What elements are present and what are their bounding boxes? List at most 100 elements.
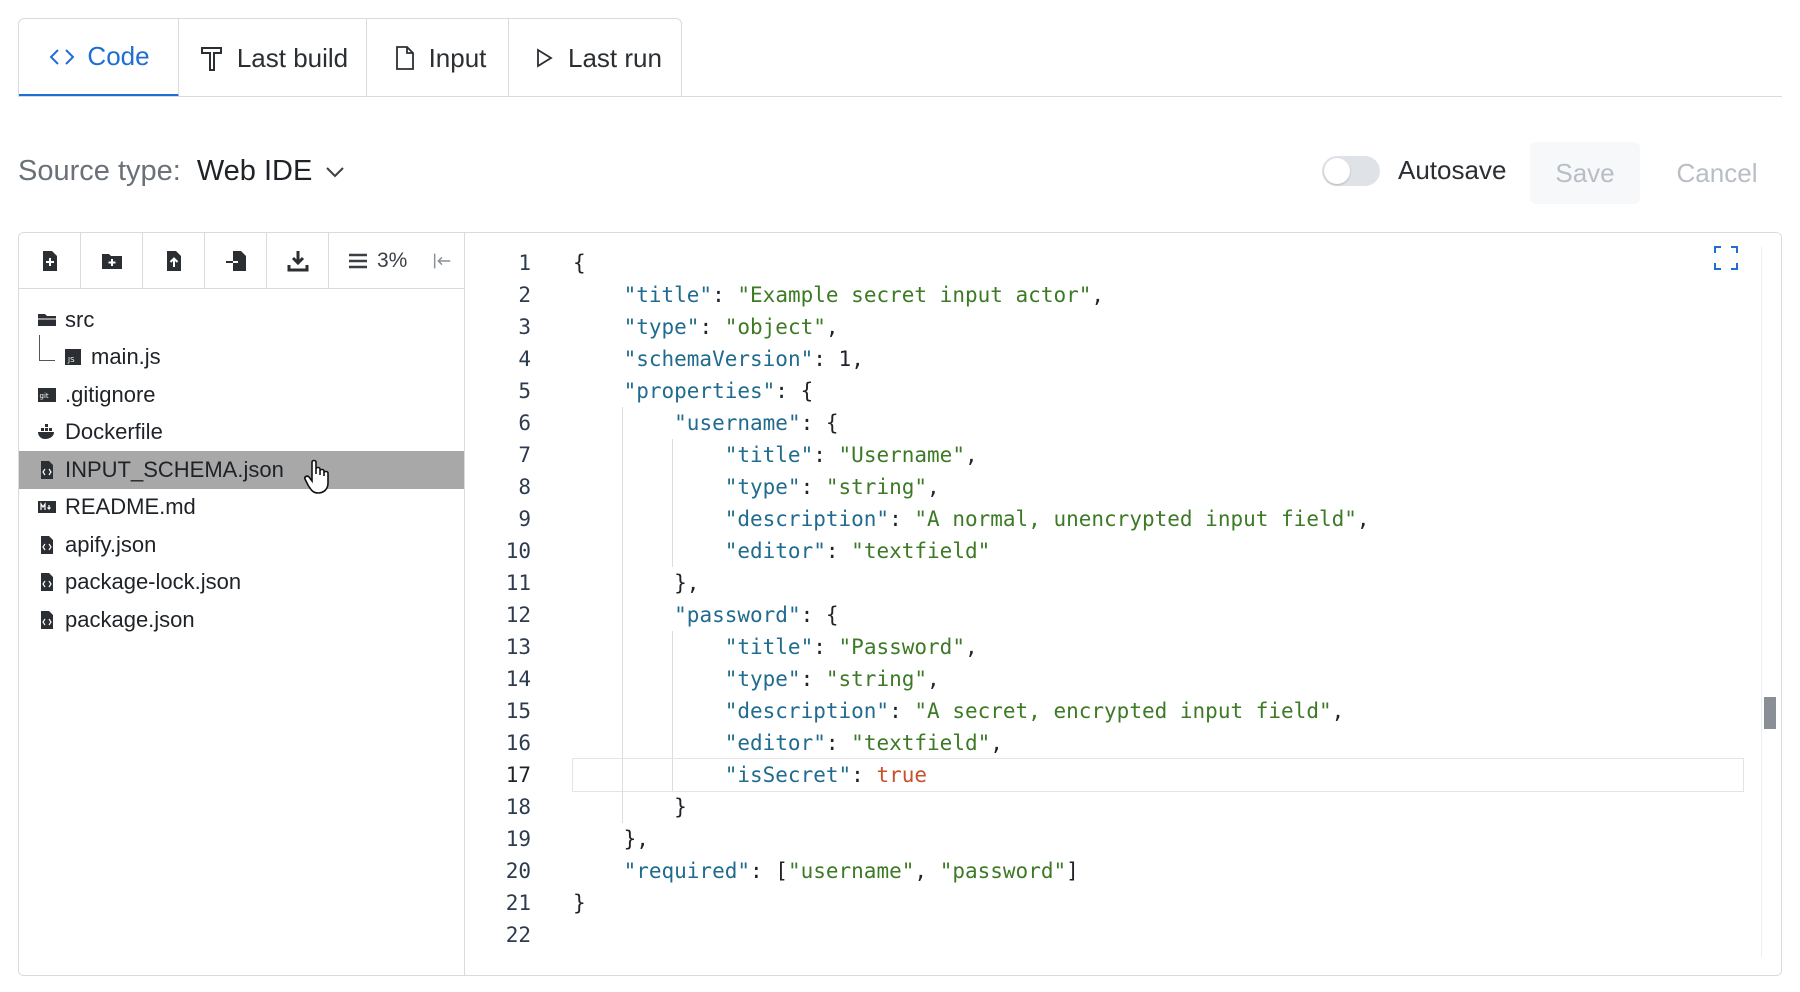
hammer-icon bbox=[200, 47, 222, 71]
new-folder-icon bbox=[101, 254, 122, 269]
fullscreen-icon[interactable] bbox=[1713, 245, 1739, 271]
tree-item-readme[interactable]: README.md bbox=[19, 489, 464, 527]
code-line[interactable]: "type": "object", bbox=[573, 311, 1743, 343]
tree-branch-line bbox=[39, 335, 55, 362]
indent-guide bbox=[621, 727, 623, 759]
line-number: 16 bbox=[505, 731, 531, 755]
indent-guide bbox=[621, 407, 623, 439]
tab-label: Code bbox=[87, 41, 150, 71]
tab-last-build[interactable]: Last build bbox=[179, 19, 367, 97]
file-tree: src JS main.js git .gitignore Dockerfile… bbox=[19, 289, 464, 639]
code-line[interactable]: "type": "string", bbox=[573, 663, 1743, 695]
code-line[interactable]: }, bbox=[573, 823, 1743, 855]
code-line[interactable]: "title": "Example secret input actor", bbox=[573, 279, 1743, 311]
code-editor[interactable]: 1 2 3 4 5 6 7 8 9 10 11 12 13 14 15 16 17 18 19 20 21 22 { "t… bbox=[465, 233, 1781, 975]
line-number-gutter: 1 2 3 4 5 6 7 8 9 10 11 12 13 14 15 16 17 18 19 20 21 22 bbox=[465, 247, 545, 951]
folder-icon bbox=[38, 313, 56, 326]
editor-scrollbar[interactable] bbox=[1761, 247, 1776, 957]
collapse-sidebar-icon[interactable] bbox=[431, 250, 453, 272]
line-number: 20 bbox=[505, 859, 531, 883]
new-folder-button[interactable] bbox=[81, 233, 143, 289]
line-number: 13 bbox=[505, 635, 531, 659]
indent-guide bbox=[621, 695, 623, 727]
code-line[interactable]: "required": ["username", "password"] bbox=[573, 855, 1743, 887]
line-number: 3 bbox=[518, 315, 531, 339]
indent-guide bbox=[672, 695, 674, 727]
cancel-button[interactable]: Cancel bbox=[1662, 142, 1772, 204]
code-line[interactable]: { bbox=[573, 247, 1743, 279]
code-line[interactable]: } bbox=[573, 791, 1743, 823]
import-button[interactable] bbox=[205, 233, 267, 289]
indent-guide bbox=[672, 631, 674, 663]
indent-guide bbox=[672, 727, 674, 759]
code-line[interactable]: } bbox=[573, 887, 1743, 919]
code-line[interactable]: }, bbox=[573, 567, 1743, 599]
line-number: 1 bbox=[518, 251, 531, 275]
new-file-button[interactable] bbox=[19, 233, 81, 289]
list-icon bbox=[349, 253, 367, 268]
save-button[interactable]: Save bbox=[1530, 142, 1640, 204]
indent-guide bbox=[621, 503, 623, 535]
code-line[interactable]: "description": "A secret, encrypted inpu… bbox=[573, 695, 1743, 727]
tree-item-package-lock-json[interactable]: package-lock.json bbox=[19, 564, 464, 602]
json-file-icon bbox=[41, 610, 53, 629]
code-line[interactable]: "description": "A normal, unencrypted in… bbox=[573, 503, 1743, 535]
code-line[interactable]: "password": { bbox=[573, 599, 1743, 631]
indent-guide bbox=[672, 503, 674, 535]
tab-input[interactable]: Input bbox=[367, 19, 509, 97]
tab-code[interactable]: Code bbox=[19, 19, 179, 97]
indent-guide bbox=[621, 791, 623, 823]
code-line[interactable]: "title": "Username", bbox=[573, 439, 1743, 471]
line-number: 15 bbox=[505, 699, 531, 723]
code-line[interactable]: "properties": { bbox=[573, 375, 1743, 407]
tab-last-run[interactable]: Last run bbox=[509, 19, 681, 97]
download-button[interactable] bbox=[267, 233, 329, 289]
download-icon bbox=[287, 251, 308, 272]
code-content[interactable]: { "title": "Example secret input actor",… bbox=[572, 247, 1744, 951]
code-line[interactable]: "title": "Password", bbox=[573, 631, 1743, 663]
tab-bar: Code Last build Input Last run bbox=[18, 18, 682, 97]
code-line[interactable]: "username": { bbox=[573, 407, 1743, 439]
import-icon bbox=[225, 251, 246, 271]
line-number: 11 bbox=[505, 571, 531, 595]
indent-guide bbox=[621, 567, 623, 599]
tree-item-label: package-lock.json bbox=[65, 569, 242, 595]
js-file-icon: JS bbox=[65, 349, 81, 366]
tree-item-label: README.md bbox=[65, 494, 196, 520]
svg-text:JS: JS bbox=[67, 356, 75, 364]
source-type-selector[interactable]: Source type: Web IDE bbox=[18, 155, 348, 188]
code-line[interactable]: "schemaVersion": 1, bbox=[573, 343, 1743, 375]
indent-guide bbox=[672, 759, 674, 791]
indent-guide bbox=[621, 471, 623, 503]
code-line[interactable] bbox=[573, 919, 1743, 951]
tab-label: Last run bbox=[568, 42, 662, 73]
zoom-value: 3% bbox=[377, 248, 408, 272]
play-icon bbox=[537, 48, 553, 68]
tree-item-input-schema[interactable]: INPUT_SCHEMA.json bbox=[19, 451, 464, 489]
indent-guide bbox=[621, 631, 623, 663]
code-line[interactable]: "editor": "textfield" bbox=[573, 535, 1743, 567]
tree-item-package-json[interactable]: package.json bbox=[19, 601, 464, 639]
autosave-toggle[interactable] bbox=[1322, 155, 1380, 186]
code-line[interactable]: "type": "string", bbox=[573, 471, 1743, 503]
json-file-icon bbox=[41, 535, 53, 554]
zoom-control[interactable]: 3% bbox=[329, 233, 453, 288]
line-number: 18 bbox=[505, 795, 531, 819]
line-number: 6 bbox=[518, 411, 531, 435]
tree-item-main-js[interactable]: JS main.js bbox=[19, 335, 464, 377]
tab-label: Last build bbox=[236, 42, 349, 73]
tree-item-gitignore[interactable]: git .gitignore bbox=[19, 376, 464, 414]
code-line[interactable]: "isSecret": true bbox=[572, 758, 1744, 792]
tree-item-src[interactable]: src bbox=[19, 301, 464, 339]
upload-file-icon bbox=[166, 251, 181, 271]
tree-item-label: Dockerfile bbox=[65, 419, 163, 445]
line-number: 22 bbox=[505, 923, 531, 947]
scrollbar-thumb[interactable] bbox=[1764, 697, 1776, 729]
tree-item-label: INPUT_SCHEMA.json bbox=[65, 456, 284, 482]
upload-file-button[interactable] bbox=[143, 233, 205, 289]
code-line[interactable]: "editor": "textfield", bbox=[573, 727, 1743, 759]
indent-guide bbox=[621, 759, 623, 791]
tree-item-apify-json[interactable]: apify.json bbox=[19, 526, 464, 564]
line-number: 5 bbox=[518, 379, 531, 403]
tree-item-dockerfile[interactable]: Dockerfile bbox=[19, 414, 464, 452]
